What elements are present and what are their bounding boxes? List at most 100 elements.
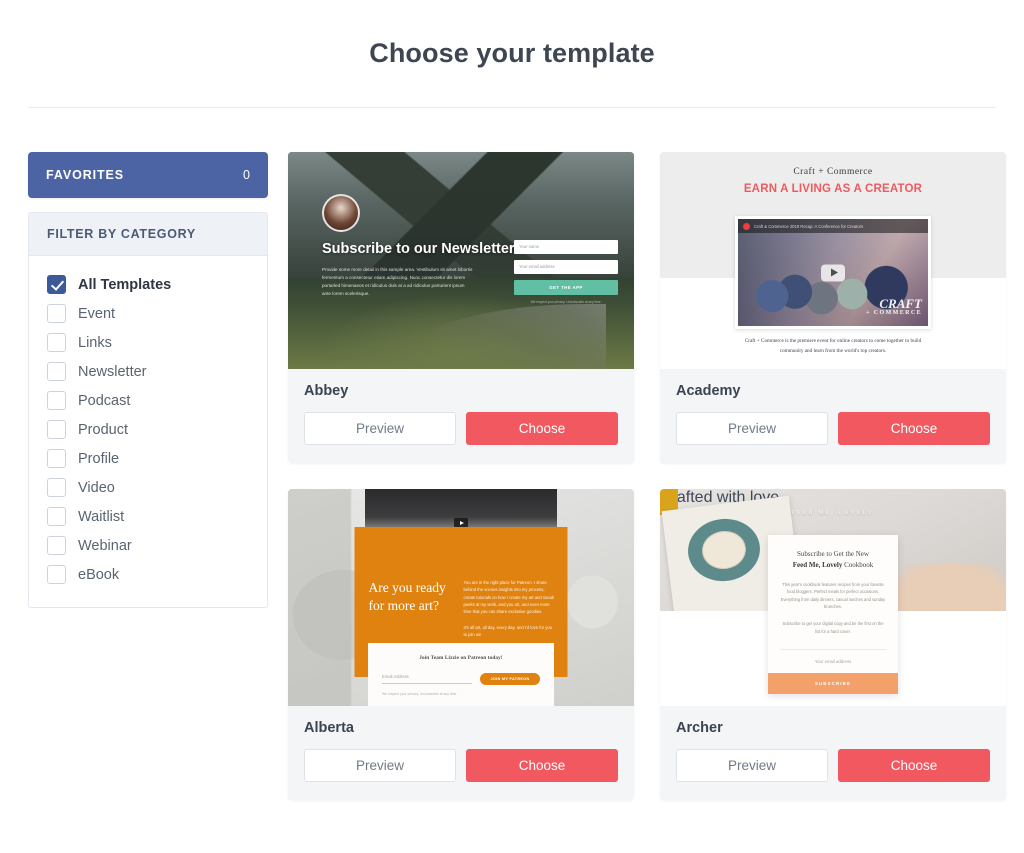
filter-panel-header: FILTER BY CATEGORY (29, 213, 267, 256)
checkbox-icon[interactable] (47, 362, 66, 381)
card-actions: Preview Choose (304, 412, 618, 445)
preview-email-input: Your email address (780, 649, 886, 673)
filter-item-label: eBook (78, 566, 120, 583)
template-name: Archer (676, 720, 723, 736)
preview-video-titlebar: Craft & Commerce 2019 Recap: A Conferenc… (738, 219, 928, 233)
filter-item-label: Profile (78, 450, 120, 467)
filter-item-profile[interactable]: Profile (29, 444, 267, 473)
preview-kicker: FEED ME, LOVELY (791, 511, 875, 516)
preview-heading-rest: Cookbook (842, 560, 874, 569)
filter-item-label: Newsletter (78, 363, 147, 380)
filter-item-ebook[interactable]: eBook (29, 560, 267, 589)
preview-signup-form: Your name Your email address GET THE APP… (514, 240, 618, 304)
preview-body: Provide some more detail in this sample … (322, 266, 473, 296)
preview-video-title: Craft & Commerce 2019 Recap: A Conferenc… (754, 223, 864, 229)
checkbox-icon[interactable] (47, 478, 66, 497)
preview-signup-form: Email Address JOIN MY PATREON (382, 673, 540, 685)
filter-list: All Templates Event Links Newsletter Pod… (29, 256, 267, 607)
filter-item-label: Webinar (78, 537, 132, 554)
template-grid-area: Subscribe to our Newsletter Provide some… (288, 152, 1006, 800)
preview-button[interactable]: Preview (304, 749, 456, 782)
card-footer: Academy Preview Choose (660, 369, 1006, 463)
filter-item-podcast[interactable]: Podcast (29, 386, 267, 415)
filter-item-all-templates[interactable]: All Templates (29, 270, 267, 299)
template-thumbnail-archer[interactable]: FEED ME, LOVELY Subscribe to Get the New… (660, 489, 1006, 706)
template-card-archer[interactable]: FEED ME, LOVELY Subscribe to Get the New… (660, 489, 1006, 800)
preview-heading-bold: Feed Me, Lovely (792, 560, 843, 569)
choose-button[interactable]: Choose (838, 749, 990, 782)
preview-button[interactable]: Preview (676, 749, 828, 782)
preview-heading: Are you ready for more art? (368, 580, 446, 614)
record-dot-icon (743, 222, 750, 230)
filter-item-label: All Templates (78, 276, 172, 293)
filter-item-label: Video (78, 479, 115, 496)
preview-body-2: Subscribe to get your digital copy and b… (782, 620, 884, 634)
choose-button[interactable]: Choose (838, 412, 990, 445)
filter-item-label: Podcast (78, 392, 131, 409)
filter-item-label: Waitlist (78, 508, 125, 525)
filter-panel: FILTER BY CATEGORY All Templates Event L… (28, 212, 268, 608)
template-thumbnail-abbey[interactable]: Subscribe to our Newsletter Provide some… (288, 152, 634, 369)
filter-item-label: Event (78, 305, 116, 322)
preview-name-input: Your name (514, 240, 618, 254)
card-footer: Archer Preview Choose (660, 706, 1006, 800)
filter-item-newsletter[interactable]: Newsletter (29, 357, 267, 386)
filter-item-waitlist[interactable]: Waitlist (29, 502, 267, 531)
template-name: Abbey (304, 383, 349, 399)
preview-body: This year's cookbook features recipes fr… (780, 581, 886, 610)
avatar (322, 194, 360, 232)
checkbox-icon[interactable] (47, 536, 66, 555)
card-actions: Preview Choose (304, 749, 618, 782)
choose-button[interactable]: Choose (466, 749, 618, 782)
preview-heading: Subscribe to Get the New Feed Me, Lovely… (780, 549, 886, 571)
checkbox-icon[interactable] (47, 333, 66, 352)
preview-cta-button: SUBSCRIBE (768, 673, 898, 695)
preview-body-wrap: You are in the right place for Patreon. … (464, 579, 556, 638)
card-actions: Preview Choose (676, 749, 990, 782)
template-card-alberta[interactable]: Are you ready for more art? You are in t… (288, 489, 634, 800)
favorites-button[interactable]: FAVORITES 0 (28, 152, 268, 198)
filter-item-video[interactable]: Video (29, 473, 267, 502)
template-card-abbey[interactable]: Subscribe to our Newsletter Provide some… (288, 152, 634, 463)
preview-body-2: It's all art, all day, every day, and I'… (463, 624, 553, 638)
filter-item-event[interactable]: Event (29, 299, 267, 328)
favorites-label: FAVORITES (46, 168, 125, 182)
checkbox-icon[interactable] (47, 449, 66, 468)
checkbox-icon[interactable] (47, 565, 66, 584)
preview-button[interactable]: Preview (304, 412, 456, 445)
template-card-academy[interactable]: Craft + Commerce EARN A LIVING AS A CREA… (660, 152, 1006, 463)
preview-watermark-line1: CRAFT (879, 296, 922, 311)
preview-form-heading: Join Team Lizzie on Patreon today! (419, 655, 503, 661)
main-layout: FAVORITES 0 FILTER BY CATEGORY All Templ… (0, 108, 1024, 800)
card-actions: Preview Choose (676, 412, 990, 445)
play-icon (821, 264, 845, 281)
checkbox-icon[interactable] (47, 420, 66, 439)
page-header: Choose your template (28, 0, 996, 108)
card-footer: Abbey Preview Choose (288, 369, 634, 463)
template-grid: Subscribe to our Newsletter Provide some… (288, 152, 1006, 800)
template-thumbnail-academy[interactable]: Craft + Commerce EARN A LIVING AS A CREA… (660, 152, 1006, 369)
preview-cta-button: JOIN MY PATREON (480, 673, 540, 685)
preview-button[interactable]: Preview (676, 412, 828, 445)
preview-brand: Craft + Commerce (793, 167, 873, 177)
filter-item-links[interactable]: Links (29, 328, 267, 357)
preview-watermark: CRAFT + COMMERCE (866, 297, 922, 316)
preview-email-input: Email Address (382, 674, 472, 684)
preview-heading: EARN A LIVING AS A CREATOR (743, 183, 923, 195)
template-name: Academy (676, 383, 741, 399)
preview-fine-print: We respect your privacy. Unsubscribe at … (530, 300, 602, 304)
checkbox-icon[interactable] (47, 391, 66, 410)
filter-item-webinar[interactable]: Webinar (29, 531, 267, 560)
preview-body: You are in the right place for Patreon. … (463, 580, 555, 615)
template-thumbnail-alberta[interactable]: Are you ready for more art? You are in t… (288, 489, 634, 706)
preview-watermark-line2: + COMMERCE (866, 310, 922, 316)
page-title: Choose your template (369, 38, 655, 68)
preview-cta-button: GET THE APP (514, 280, 618, 295)
filter-item-product[interactable]: Product (29, 415, 267, 444)
checkbox-icon[interactable] (47, 304, 66, 323)
preview-heading-line1: Subscribe to Get the New (797, 550, 869, 558)
choose-button[interactable]: Choose (466, 412, 618, 445)
sidebar: FAVORITES 0 FILTER BY CATEGORY All Templ… (28, 152, 268, 608)
checkbox-checked-icon[interactable] (47, 275, 66, 294)
checkbox-icon[interactable] (47, 507, 66, 526)
